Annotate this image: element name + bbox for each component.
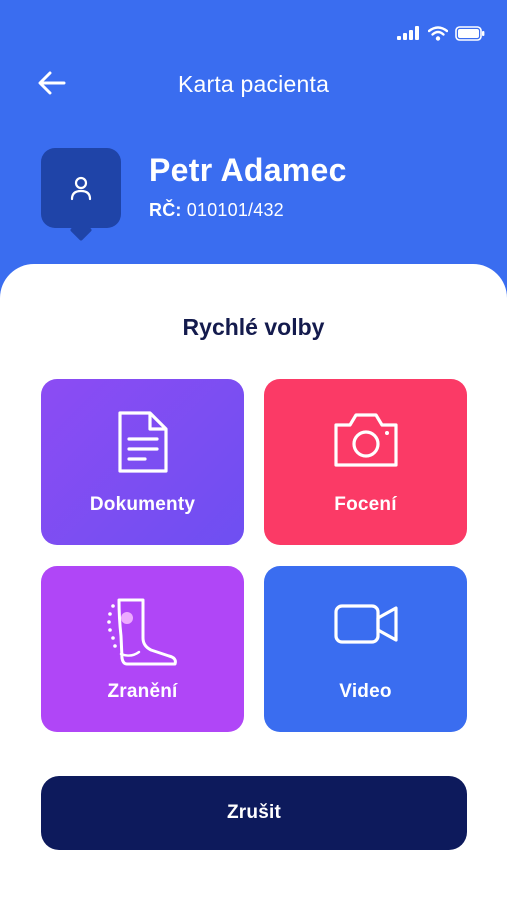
user-icon xyxy=(70,176,92,201)
signal-icon xyxy=(397,26,419,40)
page-title: Karta pacienta xyxy=(177,71,330,97)
nav-bar: Karta pacienta xyxy=(0,60,507,106)
tile-foceni-label: Focení xyxy=(334,494,397,515)
section-title: Rychlé volby xyxy=(182,314,325,340)
patient-id-label: RČ: xyxy=(149,200,182,220)
patient-id-value: 010101/432 xyxy=(186,200,284,220)
tile-video-label: Video xyxy=(339,681,392,702)
video-camera-icon xyxy=(333,604,398,644)
leg-injury-icon xyxy=(106,598,177,666)
tile-foceni[interactable]: Focení xyxy=(264,379,467,545)
patient-id: RČ: 010101/432 xyxy=(149,200,284,221)
tile-zraneni[interactable]: Zranění xyxy=(41,566,244,732)
tile-dokumenty[interactable]: Dokumenty xyxy=(41,379,244,545)
avatar xyxy=(41,148,121,228)
status-bar xyxy=(397,24,485,42)
camera-icon xyxy=(333,413,398,467)
header: Karta pacienta Petr Adamec RČ: 010101/43… xyxy=(0,0,507,300)
tile-zraneni-label: Zranění xyxy=(107,681,178,702)
tile-video[interactable]: Video xyxy=(264,566,467,732)
wifi-icon xyxy=(428,25,448,41)
document-icon xyxy=(117,411,168,473)
cancel-button[interactable]: Zrušit xyxy=(41,776,467,850)
tile-dokumenty-label: Dokumenty xyxy=(89,494,196,515)
battery-icon xyxy=(455,25,485,41)
patient-name: Petr Adamec xyxy=(149,152,347,188)
